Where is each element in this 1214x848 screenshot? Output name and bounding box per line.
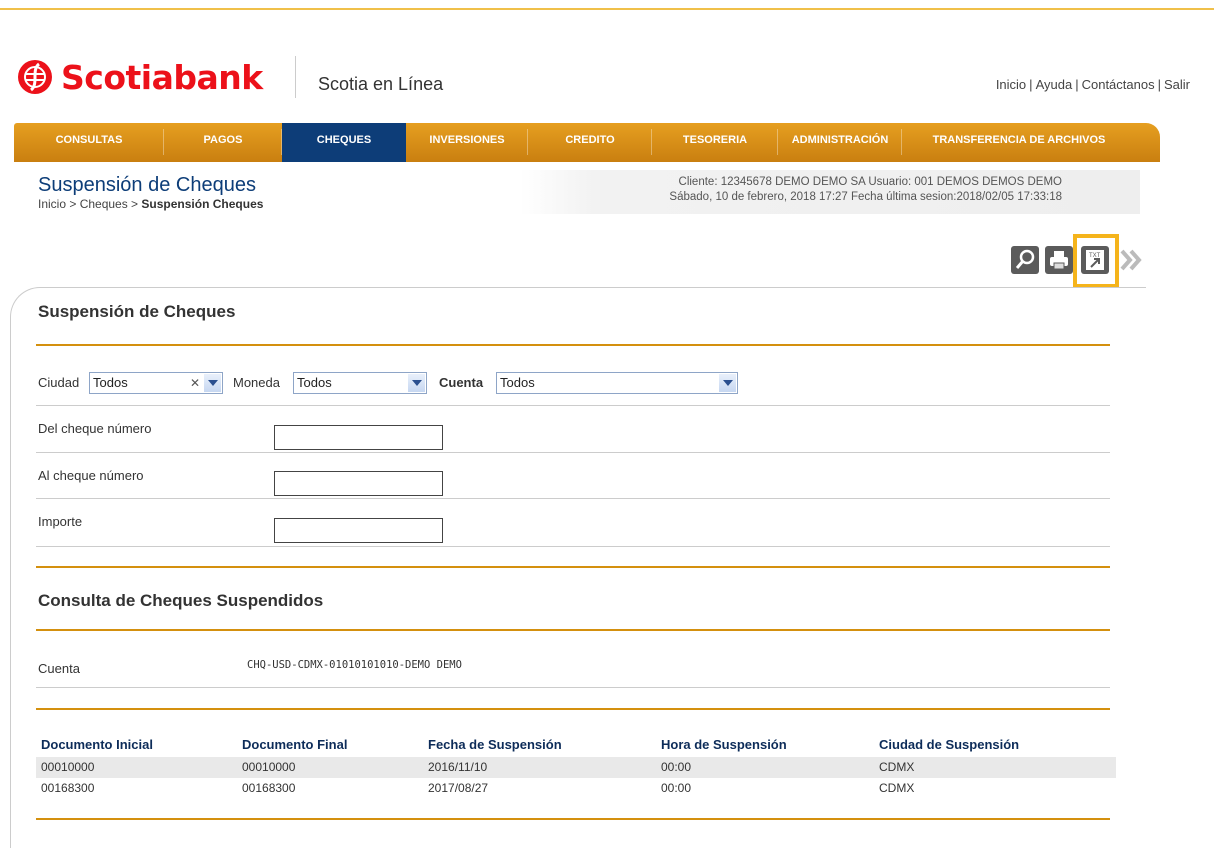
- cuenta-select[interactable]: Todos: [496, 372, 738, 394]
- globe-icon: [18, 60, 52, 94]
- col-ciudad-suspension[interactable]: Ciudad de Suspensión: [879, 737, 1019, 752]
- search-icon[interactable]: [1011, 246, 1039, 274]
- del-cheque-label: Del cheque número: [38, 421, 152, 436]
- table-row[interactable]: 00168300 00168300 2017/08/27 00:00 CDMX: [36, 778, 1116, 799]
- cell-ciudad: CDMX: [879, 760, 915, 774]
- cell-fecha: 2017/08/27: [428, 781, 489, 795]
- session-client-user: Cliente: 12345678 DEMO DEMO SA Usuario: …: [678, 176, 1062, 188]
- divider: [36, 546, 1110, 547]
- nav-tesoreria[interactable]: TESORERIA: [652, 123, 778, 162]
- scotiabank-logo[interactable]: Scotiabank: [18, 55, 263, 99]
- txt-export-highlight: [1073, 234, 1119, 288]
- col-documento-inicial[interactable]: Documento Inicial: [41, 737, 153, 752]
- main-nav: CONSULTAS PAGOS CHEQUES INVERSIONES CRED…: [14, 123, 1160, 162]
- al-cheque-label: Al cheque número: [38, 468, 144, 483]
- moneda-value: Todos: [297, 375, 332, 390]
- ciudad-label: Ciudad: [38, 375, 80, 390]
- nav-credito[interactable]: CREDITO: [528, 123, 652, 162]
- nav-inversiones[interactable]: INVERSIONES: [406, 123, 528, 162]
- link-contactanos[interactable]: Contáctanos: [1082, 77, 1155, 92]
- chevron-down-icon[interactable]: [719, 374, 736, 392]
- importe-label: Importe: [38, 514, 83, 529]
- divider: [36, 687, 1110, 688]
- cell-documento-inicial: 00010000: [41, 760, 95, 774]
- col-documento-final[interactable]: Documento Final: [242, 737, 347, 752]
- nav-administracion[interactable]: ADMINISTRACIÓN: [778, 123, 902, 162]
- cell-hora: 00:00: [661, 760, 692, 774]
- nav-transferencia[interactable]: TRANSFERENCIA DE ARCHIVOS: [902, 123, 1136, 162]
- link-salir[interactable]: Salir: [1164, 77, 1190, 92]
- link-ayuda[interactable]: Ayuda: [1036, 77, 1073, 92]
- top-accent-line: [0, 8, 1214, 10]
- divider: [36, 405, 1110, 406]
- cell-hora: 00:00: [661, 781, 692, 795]
- print-icon[interactable]: [1045, 246, 1073, 274]
- top-links: Inicio | Ayuda | Contáctanos | Salir: [995, 77, 1190, 92]
- next-icon[interactable]: [1117, 246, 1145, 274]
- divider: [36, 498, 1110, 499]
- moneda-label: Moneda: [233, 375, 280, 390]
- del-cheque-input[interactable]: [274, 425, 443, 450]
- cuenta-value: Todos: [500, 375, 535, 390]
- moneda-select[interactable]: Todos: [293, 372, 427, 394]
- section-rule: [36, 344, 1110, 346]
- chevron-down-icon[interactable]: [204, 374, 221, 392]
- nav-pagos[interactable]: PAGOS: [164, 123, 282, 162]
- col-fecha-suspension[interactable]: Fecha de Suspensión: [428, 737, 562, 752]
- ciudad-value: Todos: [93, 375, 128, 390]
- breadcrumb-path[interactable]: Inicio > Cheques >: [38, 197, 141, 211]
- al-cheque-input[interactable]: [274, 471, 443, 496]
- ciudad-select[interactable]: Todos ✕: [89, 372, 223, 394]
- cell-documento-final: 00168300: [242, 781, 296, 795]
- cell-documento-inicial: 00168300: [41, 781, 95, 795]
- session-date: Sábado, 10 de febrero, 2018 17:27 Fecha …: [669, 191, 1062, 203]
- nav-consultas[interactable]: CONSULTAS: [14, 123, 164, 162]
- divider: [36, 452, 1110, 453]
- section-rule: [36, 708, 1110, 710]
- breadcrumb: Inicio > Cheques > Suspensión Cheques: [38, 197, 263, 211]
- clear-icon[interactable]: ✕: [190, 373, 200, 393]
- link-inicio[interactable]: Inicio: [996, 77, 1026, 92]
- form-section-title: Suspensión de Cheques: [38, 302, 236, 321]
- section-rule: [36, 818, 1110, 820]
- session-info-box: Cliente: 12345678 DEMO DEMO SA Usuario: …: [520, 170, 1140, 214]
- importe-input[interactable]: [274, 518, 443, 543]
- consulta-cuenta-label: Cuenta: [38, 661, 80, 676]
- chevron-down-icon[interactable]: [408, 374, 425, 392]
- consulta-cuenta-value: CHQ-USD-CDMX-01010101010-DEMO DEMO: [247, 659, 462, 671]
- breadcrumb-current: Suspensión Cheques: [141, 197, 264, 211]
- brand-name: Scotiabank: [61, 57, 263, 97]
- col-hora-suspension[interactable]: Hora de Suspensión: [661, 737, 787, 752]
- cell-fecha: 2016/11/10: [428, 760, 488, 774]
- logo-divider: [295, 56, 296, 98]
- cell-ciudad: CDMX: [879, 781, 915, 795]
- consulta-section-title: Consulta de Cheques Suspendidos: [38, 591, 324, 610]
- section-rule: [36, 566, 1110, 568]
- nav-cheques[interactable]: CHEQUES: [282, 123, 406, 162]
- table-row[interactable]: 00010000 00010000 2016/11/10 00:00 CDMX: [36, 757, 1116, 778]
- page-title: Suspensión de Cheques: [38, 174, 256, 196]
- cuenta-label: Cuenta: [439, 375, 484, 390]
- section-rule: [36, 629, 1110, 631]
- cell-documento-final: 00010000: [242, 760, 296, 774]
- app-name: Scotia en Línea: [318, 74, 444, 94]
